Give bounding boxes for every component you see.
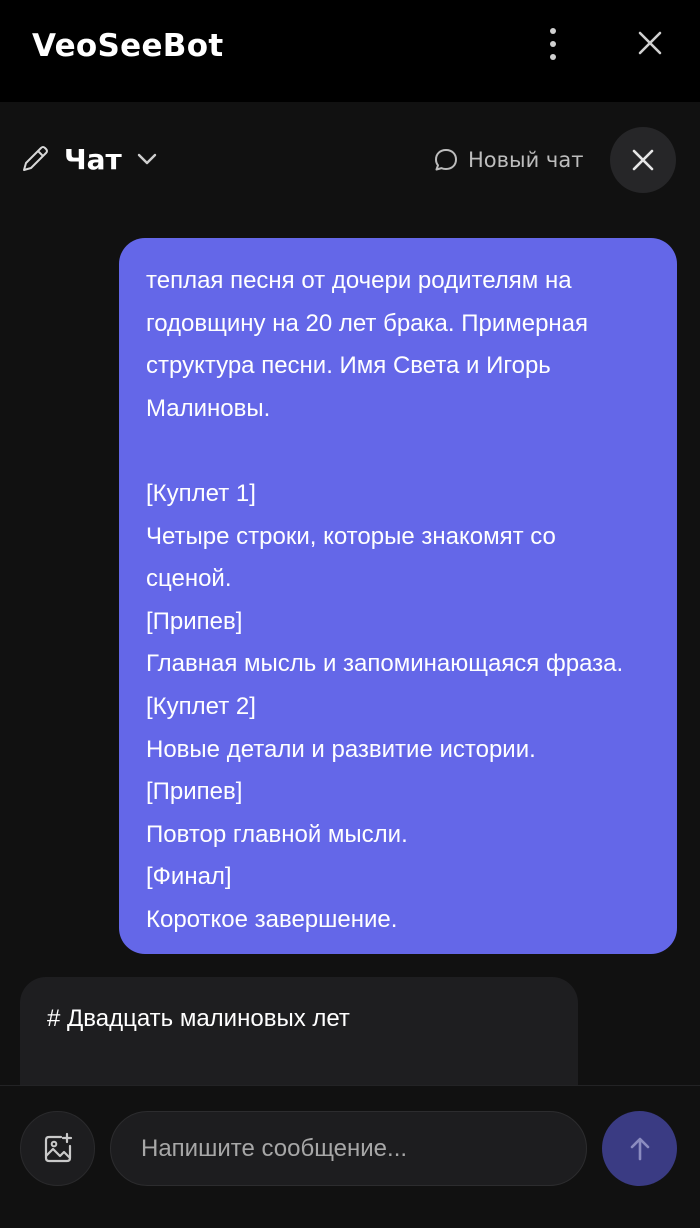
message-line: [Куплет 2] [146, 692, 256, 720]
chevron-down-icon[interactable] [134, 146, 160, 172]
chat-bubble-icon [435, 149, 457, 171]
message-line: [Припев] [146, 607, 243, 635]
message-line: Малиновы. [146, 394, 271, 422]
message-line [146, 430, 657, 473]
user-message-bubble: теплая песня от дочери родителям на годо… [119, 238, 677, 954]
chat-toolbar: Чат Новый чат [0, 102, 700, 218]
new-chat-button[interactable]: Новый чат [432, 142, 583, 178]
message-line: структура песни. Имя Света и Игорь [146, 352, 551, 380]
message-line: Новые детали и развитие истории. [146, 735, 536, 763]
message-line: [Куплет 1] [146, 479, 256, 507]
bot-message-text: # Двадцать малиновых лет [47, 1005, 350, 1032]
new-chat-label: Новый чат [468, 148, 584, 172]
close-chat-button[interactable] [610, 127, 676, 193]
message-line: Повтор главной мысли. [146, 820, 408, 848]
close-icon [632, 149, 654, 171]
chat-selector-label[interactable]: Чат [64, 140, 122, 180]
message-line: [Припев] [146, 778, 243, 806]
message-line: [Финал] [146, 863, 232, 891]
message-line: Короткое завершение. [146, 905, 398, 933]
add-image-icon [44, 1132, 72, 1162]
send-button[interactable] [602, 1111, 677, 1186]
message-line: теплая песня от дочери родителям на [146, 267, 572, 294]
close-icon[interactable] [634, 27, 666, 59]
message-composer [0, 1085, 700, 1228]
attach-image-button[interactable] [20, 1111, 95, 1186]
message-line: сценой. [146, 565, 232, 593]
kebab-menu-icon[interactable] [540, 28, 566, 60]
pencil-icon[interactable] [18, 142, 52, 176]
app-title: VeoSeeBot [32, 28, 224, 64]
message-line: Главная мысль и запоминающаяся фраза. [146, 650, 624, 678]
message-line: годовщину на 20 лет брака. Примерная [146, 309, 589, 337]
message-line: Четыре строки, которые знакомят со [146, 522, 556, 550]
title-bar: VeoSeeBot [0, 0, 700, 102]
arrow-up-icon [630, 1137, 649, 1160]
message-input[interactable] [110, 1111, 587, 1186]
